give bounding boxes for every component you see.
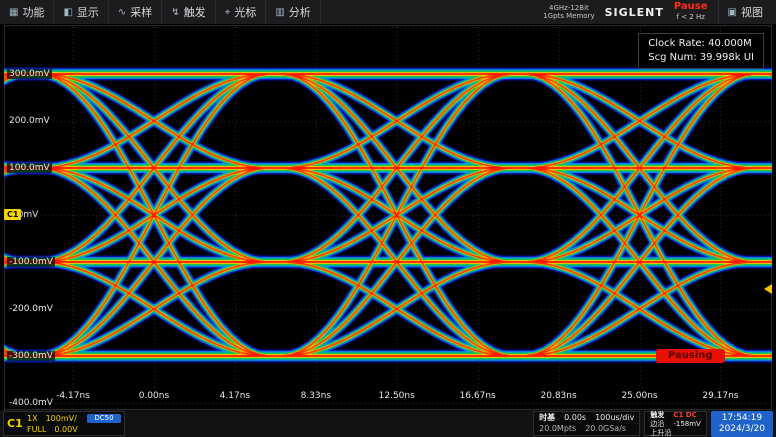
clock-time: 17:54:19 [719, 413, 765, 424]
trigger-type: 边沿 [650, 420, 664, 428]
menu-item-cursor-label: 光标 [234, 4, 256, 20]
brand-logo: SIGLENT [605, 6, 664, 19]
channel1-probe-atten: 1X [27, 414, 38, 423]
timebase-scale: 100us/div [595, 413, 634, 423]
x-axis-label: -4.17ns [51, 391, 95, 401]
x-axis-label: 29.17ns [698, 391, 742, 401]
function-grid-icon: ▦ [9, 7, 18, 18]
cursor-crosshair-icon: ⌖ [225, 7, 231, 18]
menu-item-trigger-label: 触发 [184, 4, 206, 20]
clock-date: 2024/3/20 [719, 424, 765, 435]
trigger-level-value: -158mV [673, 420, 701, 428]
y-axis-label: -200.0mV [7, 304, 55, 314]
waveform-display-area[interactable]: 300.0mV200.0mV100.0mV0.0mV-100.0mV-200.0… [4, 25, 772, 410]
channel1-offset-value: 0.00V [54, 425, 77, 434]
eye-measurement-info-box: Clock Rate: 40.000M Scg Num: 39.998k UI [638, 33, 764, 69]
acquire-wave-icon: ∿ [118, 7, 126, 18]
scope-memory-spec: 1Gpts Memory [543, 12, 594, 20]
channel1-coupling-badge: DC50 [87, 414, 121, 423]
menu-item-view-label: 视图 [741, 4, 763, 20]
trigger-slope: 上升沿 [650, 429, 671, 437]
y-axis-label: 100.0mV [7, 163, 52, 173]
x-axis-label: 0.00ns [132, 391, 176, 401]
x-axis-label: 8.33ns [294, 391, 338, 401]
ui-count-readout: Scg Num: 39.998k UI [648, 51, 754, 65]
menu-item-display[interactable]: ◧ 显示 [54, 0, 108, 24]
menu-item-acquire[interactable]: ∿ 采样 [109, 0, 162, 24]
trigger-label: 触发 [650, 411, 664, 419]
y-axis-label: -300.0mV [7, 351, 55, 361]
timebase-info-box[interactable]: 时基 0.00s 100us/div 20.0Mpts 20.0GSa/s [533, 411, 640, 436]
timebase-delay: 0.00s [564, 413, 586, 423]
x-axis-label: 4.17ns [213, 391, 257, 401]
x-axis-label: 25.00ns [618, 391, 662, 401]
timebase-sample-rate: 20.0GSa/s [585, 424, 626, 434]
trigger-level-marker[interactable] [764, 284, 772, 294]
scope-spec-text: 4GHz-12Bit 1Gpts Memory [543, 4, 594, 20]
view-layout-icon: ▣ [728, 7, 737, 18]
menu-bar: ▦ 功能 ◧ 显示 ∿ 采样 ↯ 触发 ⌖ 光标 ▥ 分析 4GHz-12Bit… [0, 0, 776, 25]
channel1-offset-marker[interactable]: C1 [4, 209, 21, 220]
channel1-vertical-scale: 100mV/ [46, 414, 77, 423]
timebase-memory-depth: 20.0Mpts [539, 424, 576, 434]
channel1-info-box[interactable]: C1 1X 100mV/ DC50 FULL 0.00V [3, 411, 125, 436]
x-axis-label: 20.83ns [537, 391, 581, 401]
pausing-badge: Pausing [656, 349, 725, 363]
acquisition-status-box: Pause f < 2 Hz [674, 2, 708, 22]
trigger-info-box[interactable]: 触发 C1 DC 边沿 -158mV 上升沿 [644, 411, 707, 436]
y-axis-label: 300.0mV [7, 69, 52, 79]
display-icon: ◧ [63, 7, 72, 18]
analysis-icon: ▥ [275, 7, 284, 18]
y-axis-label: -100.0mV [7, 257, 55, 267]
y-axis-label: -400.0mV [7, 398, 55, 408]
statusbar-spacer [129, 411, 529, 436]
channel1-bandwidth: FULL [27, 425, 46, 434]
menu-item-trigger[interactable]: ↯ 触发 [162, 0, 215, 24]
trigger-bolt-icon: ↯ [171, 7, 179, 18]
timebase-label: 时基 [539, 413, 555, 423]
y-axis-label: 200.0mV [7, 116, 52, 126]
channel1-label: C1 [7, 417, 27, 430]
acquisition-status[interactable]: Pause [674, 2, 708, 12]
menu-item-view[interactable]: ▣ 视图 [718, 0, 772, 24]
status-bar: C1 1X 100mV/ DC50 FULL 0.00V 时基 0.00s 10… [0, 410, 776, 437]
menu-item-function[interactable]: ▦ 功能 [0, 0, 54, 24]
menu-item-analysis-label: 分析 [289, 4, 311, 20]
trigger-frequency-counter: f < 2 Hz [674, 12, 708, 22]
x-axis-label: 16.67ns [456, 391, 500, 401]
menu-item-cursor[interactable]: ⌖ 光标 [216, 0, 267, 24]
datetime-box: 17:54:19 2024/3/20 [711, 411, 773, 437]
menu-item-function-label: 功能 [22, 4, 44, 20]
menu-item-acquire-label: 采样 [130, 4, 152, 20]
menu-item-display-label: 显示 [77, 4, 99, 20]
clock-rate-readout: Clock Rate: 40.000M [648, 37, 754, 51]
menu-bar-right: 4GHz-12Bit 1Gpts Memory SIGLENT Pause f … [543, 0, 776, 24]
x-axis-label: 12.50ns [375, 391, 419, 401]
trigger-source: C1 DC [673, 411, 696, 419]
menu-item-analysis[interactable]: ▥ 分析 [266, 0, 320, 24]
scope-bandwidth-spec: 4GHz-12Bit [543, 4, 594, 12]
